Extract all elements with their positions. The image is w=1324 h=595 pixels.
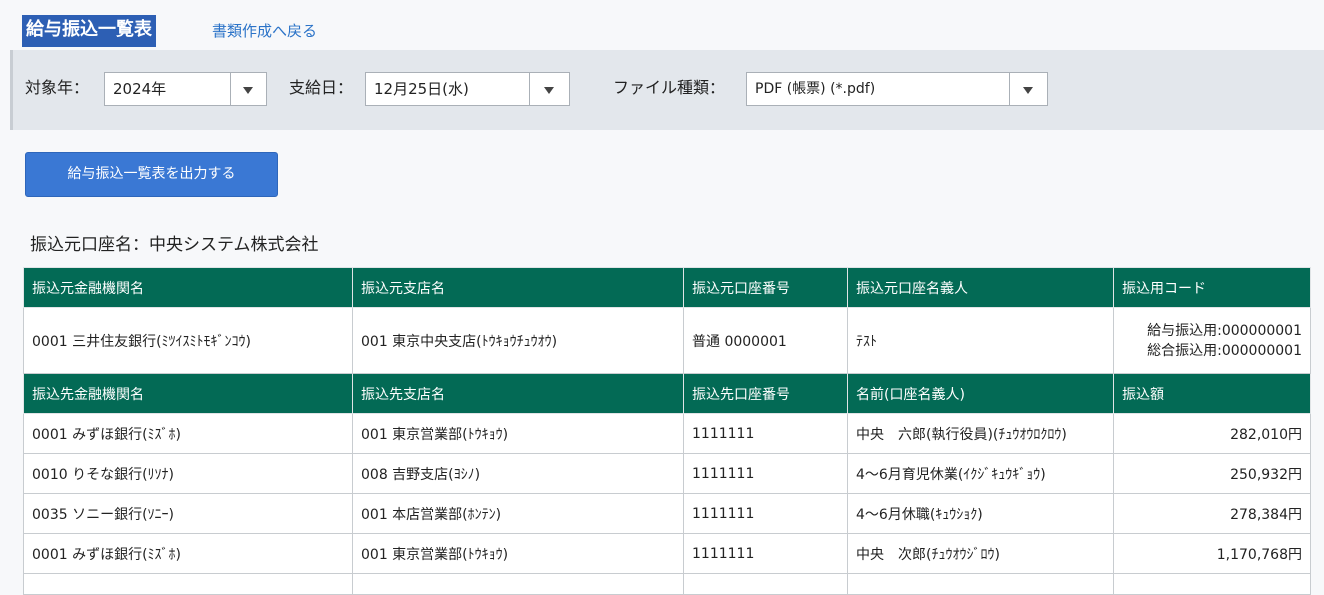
source-account-row: 0001 三井住友銀行(ﾐﾂｲｽﾐﾄﾓｷﾞﾝｺｳ) 001 東京中央支店(ﾄｳｷ… [23, 307, 1311, 374]
year-select[interactable]: 2024年 [104, 72, 267, 106]
filter-bar: 対象年： 2024年 支給日： 12月25日(水) ファイル種類： PDF (帳… [10, 50, 1324, 130]
payday-select[interactable]: 12月25日(水) [365, 72, 570, 106]
year-label: 対象年： [25, 78, 90, 97]
table-cell: ﾃｽﾄ [847, 307, 1114, 374]
payday-select-value: 12月25日(水) [374, 80, 469, 98]
chevron-down-icon [1023, 87, 1033, 94]
select-divider [529, 73, 530, 105]
back-to-documents-link[interactable]: 書類作成へ戻る [212, 20, 317, 42]
source-header-row: 振込元金融機関名 振込元支店名 振込元口座番号 振込元口座名義人 振込用コード [23, 267, 1311, 308]
table-cell: 0001 みずほ銀行(ﾐｽﾞﾎ) [23, 413, 353, 454]
table-cell: 0035 ソニー銀行(ｿﾆｰ) [23, 493, 353, 534]
chevron-down-icon [544, 87, 554, 94]
table-cell: 001 東京営業部(ﾄｳｷｮｳ) [352, 533, 684, 574]
dest-header-row: 振込先金融機関名 振込先支店名 振込先口座番号 名前(口座名義人) 振込額 [23, 373, 1311, 414]
table-cell [1113, 573, 1311, 595]
chevron-down-icon [243, 87, 253, 94]
filetype-label: ファイル種類： [613, 78, 726, 97]
column-header: 振込先支店名 [352, 373, 684, 414]
table-cell [683, 573, 848, 595]
column-header: 振込用コード [1113, 267, 1311, 308]
column-header: 振込額 [1113, 373, 1311, 414]
amount-cell: 278,384円 [1113, 493, 1311, 534]
column-header: 振込元口座名義人 [847, 267, 1114, 308]
select-divider [1009, 73, 1010, 105]
page-title: 給与振込一覧表 [22, 15, 156, 47]
table-row: 0001 みずほ銀行(ﾐｽﾞﾎ) 001 東京営業部(ﾄｳｷｮｳ) 111111… [23, 413, 1311, 454]
amount-cell: 282,010円 [1113, 413, 1311, 454]
table-cell: 1111111 [683, 453, 848, 494]
transfer-codes-cell: 給与振込用:000000001 総合振込用:000000001 [1113, 307, 1311, 374]
salary-code: 給与振込用:000000001 [1147, 322, 1302, 339]
general-code: 総合振込用:000000001 [1147, 342, 1302, 359]
column-header: 振込先口座番号 [683, 373, 848, 414]
amount-cell: 1,170,768円 [1113, 533, 1311, 574]
amount-cell: 250,932円 [1113, 453, 1311, 494]
table-cell: 4～6月休職(ｷｭｳｼｮｸ) [847, 493, 1114, 534]
table-cell: 0001 みずほ銀行(ﾐｽﾞﾎ) [23, 533, 353, 574]
export-list-button[interactable]: 給与振込一覧表を出力する [25, 152, 278, 197]
table-cell: 008 吉野支店(ﾖｼﾉ) [352, 453, 684, 494]
table-cell: 普通 0000001 [683, 307, 848, 374]
transfer-table: 振込元金融機関名 振込元支店名 振込元口座番号 振込元口座名義人 振込用コード … [23, 267, 1311, 595]
column-header: 振込元口座番号 [683, 267, 848, 308]
column-header: 名前(口座名義人) [847, 373, 1114, 414]
table-cell: 1111111 [683, 493, 848, 534]
table-cell: 001 東京営業部(ﾄｳｷｮｳ) [352, 413, 684, 454]
table-cell: 中央 六郎(執行役員)(ﾁｭｳｵｳﾛｸﾛｳ) [847, 413, 1114, 454]
table-cell: 001 東京中央支店(ﾄｳｷｮｳﾁｭｳｵｳ) [352, 307, 684, 374]
table-cell: 0010 りそな銀行(ﾘｿﾅ) [23, 453, 353, 494]
table-row: 0010 りそな銀行(ﾘｿﾅ) 008 吉野支店(ﾖｼﾉ) 1111111 4～… [23, 453, 1311, 494]
table-cell: 1111111 [683, 413, 848, 454]
table-cell [847, 573, 1114, 595]
table-cell [352, 573, 684, 595]
table-cell: 0001 三井住友銀行(ﾐﾂｲｽﾐﾄﾓｷﾞﾝｺｳ) [23, 307, 353, 374]
table-row: 0035 ソニー銀行(ｿﾆｰ) 001 本店営業部(ﾎﾝﾃﾝ) 1111111 … [23, 493, 1311, 534]
select-divider [230, 73, 231, 105]
filetype-select[interactable]: PDF (帳票) (*.pdf) [746, 72, 1048, 106]
table-cell [23, 573, 353, 595]
payday-label: 支給日： [289, 78, 354, 97]
title-bar: 給与振込一覧表 書類作成へ戻る [0, 0, 1324, 50]
table-cell: 中央 次郎(ﾁｭｳｵｳｼﾞﾛｳ) [847, 533, 1114, 574]
table-cell: 1111111 [683, 533, 848, 574]
column-header: 振込元支店名 [352, 267, 684, 308]
year-select-value: 2024年 [113, 80, 167, 98]
table-cell: 001 本店営業部(ﾎﾝﾃﾝ) [352, 493, 684, 534]
source-account-name: 振込元口座名：中央システム株式会社 [30, 235, 319, 255]
filetype-select-value: PDF (帳票) (*.pdf) [755, 81, 876, 97]
column-header: 振込元金融機関名 [23, 267, 353, 308]
table-row [23, 573, 1311, 595]
column-header: 振込先金融機関名 [23, 373, 353, 414]
table-row: 0001 みずほ銀行(ﾐｽﾞﾎ) 001 東京営業部(ﾄｳｷｮｳ) 111111… [23, 533, 1311, 574]
table-cell: 4～6月育児休業(ｲｸｼﾞｷｭｳｷﾞｮｳ) [847, 453, 1114, 494]
